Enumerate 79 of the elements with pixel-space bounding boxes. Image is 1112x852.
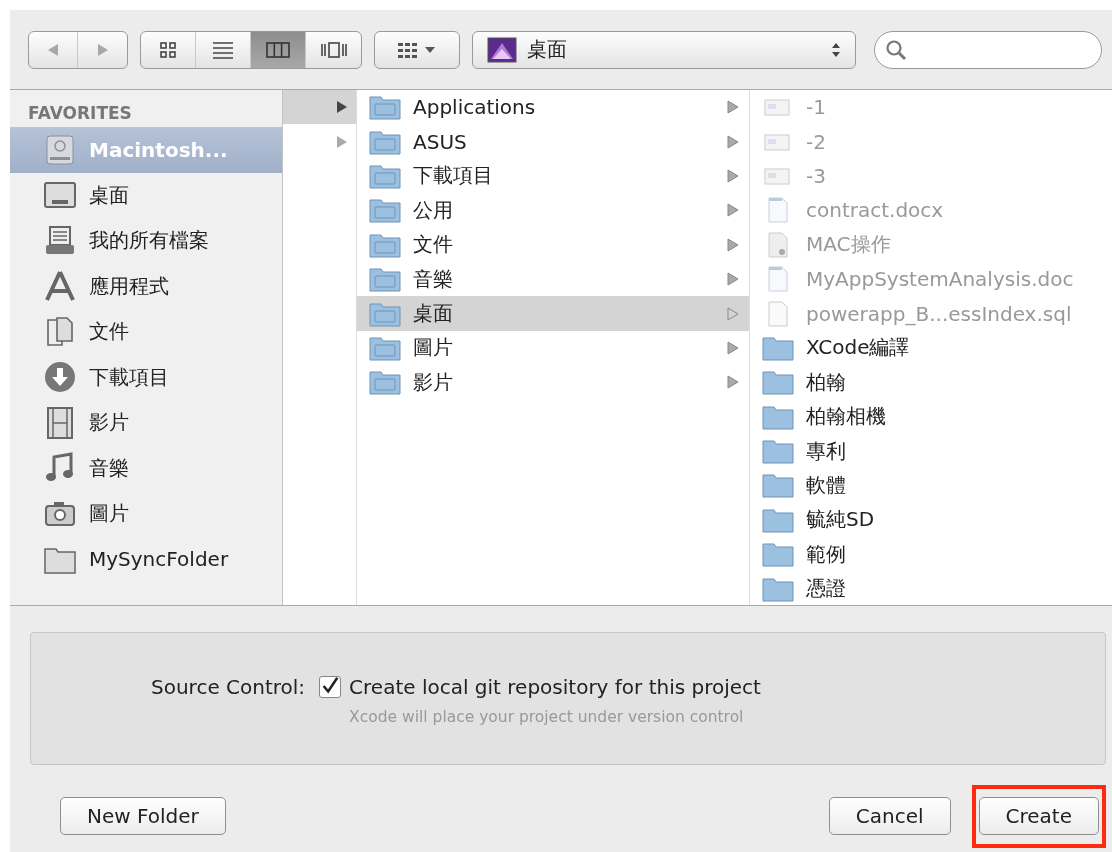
columns-view-button[interactable] <box>251 31 306 68</box>
file-row[interactable]: 範例 <box>750 537 1112 572</box>
folder-icon <box>762 575 794 602</box>
column-row[interactable] <box>283 90 356 125</box>
folder-icon <box>369 334 401 361</box>
folder-icon <box>369 197 401 224</box>
disclosure-icon <box>727 203 739 218</box>
search-icon <box>885 38 907 61</box>
grid-dropdown-icon <box>397 40 437 59</box>
folder-row[interactable]: 公用 <box>357 193 749 228</box>
push-button[interactable]: Cancel <box>828 797 951 835</box>
disclosure-icon <box>727 272 739 287</box>
folder-icon <box>369 231 401 258</box>
right-arrow-icon <box>95 41 110 58</box>
disclosure-icon <box>727 134 739 149</box>
disclosure-icon <box>336 100 348 115</box>
drive-icon <box>43 132 77 167</box>
folder-icon <box>369 128 401 155</box>
search-field[interactable] <box>874 30 1102 69</box>
hint-text: Xcode will place your project under version control <box>348 707 745 726</box>
apps-icon <box>43 269 77 304</box>
push-button[interactable]: Create <box>978 797 1099 835</box>
cover-flow-icon <box>320 40 347 59</box>
folder-row[interactable]: ASUS <box>357 124 749 159</box>
folder-row[interactable]: 桌面 <box>357 296 749 331</box>
disclosure-icon <box>727 306 739 321</box>
sidebar-item[interactable]: 影片 <box>10 400 282 446</box>
desktop-picture-icon <box>487 36 517 63</box>
disclosure-icon <box>336 134 348 149</box>
folder-row[interactable]: 音樂 <box>357 261 749 297</box>
sidebar-item[interactable]: 音樂 <box>10 445 282 491</box>
disclosure-icon <box>727 375 739 390</box>
sidebar-item[interactable]: 桌面 <box>10 172 282 218</box>
folder-icon <box>762 541 794 568</box>
sidebar-item[interactable]: 我的所有檔案 <box>10 218 282 264</box>
folder-row[interactable]: 文件 <box>357 227 749 262</box>
file-row[interactable]: 毓純SD <box>750 502 1112 538</box>
disclosure-icon <box>727 100 739 115</box>
file-row[interactable]: XCode編譯 <box>750 330 1112 366</box>
checkbox[interactable] <box>319 675 342 698</box>
folder-icon <box>762 334 794 361</box>
path-popup[interactable]: 桌面 <box>472 30 856 69</box>
folder-icon <box>369 162 401 189</box>
folder-row[interactable]: Applications <box>357 90 749 125</box>
sidebar-item[interactable]: 圖片 <box>10 491 282 537</box>
file-row[interactable]: 軟體 <box>750 468 1112 503</box>
arrange-button[interactable] <box>374 30 460 69</box>
source-control-label: Source Control: <box>151 673 306 701</box>
sidebar-item[interactable]: 下載項目 <box>10 354 282 400</box>
file-row[interactable]: 憑證 <box>750 571 1112 605</box>
list-icon <box>212 40 234 59</box>
downloads-icon <box>43 360 77 395</box>
columns-icon <box>266 40 290 59</box>
disclosure-icon <box>727 237 739 252</box>
folder-icon <box>762 472 794 499</box>
file-row[interactable]: 柏翰相機 <box>750 399 1112 434</box>
disclosure-icon <box>727 340 739 355</box>
folder-row[interactable]: 影片 <box>357 365 749 400</box>
disclosure-icon <box>727 168 739 183</box>
file-row[interactable]: 專利 <box>750 433 1112 469</box>
sidebar-item[interactable]: 文件 <box>10 309 282 355</box>
sidebar-item[interactable]: MySyncFolder <box>10 536 282 582</box>
folder-icon <box>762 506 794 533</box>
checkbox-label[interactable]: Create local git repository for this project <box>349 671 761 702</box>
folder-icon <box>369 94 401 121</box>
folder-icon <box>762 403 794 430</box>
left-arrow-icon <box>46 41 60 58</box>
folder-icon <box>762 369 794 396</box>
grid-icon <box>159 40 177 59</box>
folder-icon <box>762 438 794 465</box>
folder-row[interactable]: 圖片 <box>357 330 749 366</box>
folder-icon <box>369 369 401 396</box>
folder-row[interactable]: 下載項目 <box>357 158 749 194</box>
sidebar-heading: FAVORITES <box>27 102 133 125</box>
sidebar-item[interactable]: 應用程式 <box>10 263 282 309</box>
file-row[interactable]: 柏翰 <box>750 365 1112 400</box>
folder-icon <box>369 266 401 293</box>
push-button[interactable]: New Folder <box>60 797 226 835</box>
folder-icon <box>369 300 401 327</box>
